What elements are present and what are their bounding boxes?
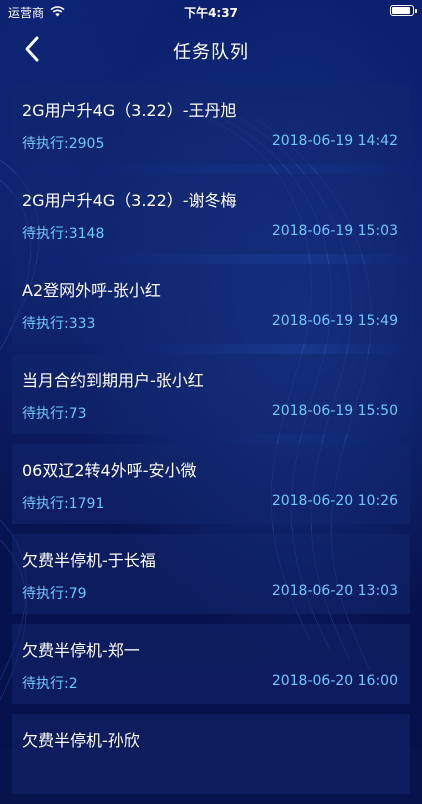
task-title: 欠费半停机-孙欣 <box>22 731 140 750</box>
task-title: A2登网外呼-张小红 <box>22 281 161 300</box>
task-title: 当月合约到期用户-张小红 <box>22 371 204 390</box>
task-card[interactable]: 2G用户升4G（3.22）-王丹旭 待执行:2905 2018-06-19 14… <box>12 84 410 164</box>
task-pending-count: 待执行:73 <box>22 406 87 422</box>
task-pending-count: 待执行:333 <box>22 316 96 332</box>
page-title: 任务队列 <box>173 42 249 63</box>
task-pending-count: 待执行:79 <box>22 586 87 602</box>
task-timestamp: 2018-06-19 15:49 <box>271 313 398 329</box>
task-pending-count: 待执行:2 <box>22 676 78 692</box>
battery-icon <box>390 5 417 16</box>
task-timestamp: 2018-06-19 15:50 <box>271 403 398 419</box>
task-card[interactable]: 06双辽2转4外呼-安小微 待执行:1791 2018-06-20 10:26 <box>12 444 410 524</box>
task-card[interactable]: 当月合约到期用户-张小红 待执行:73 2018-06-19 15:50 <box>12 354 410 434</box>
status-time: 下午4:37 <box>184 6 238 20</box>
navigation-bar: 任务队列 <box>0 22 422 78</box>
task-pending-count: 待执行:3148 <box>22 226 105 242</box>
task-pending-count: 待执行:2905 <box>22 136 105 152</box>
task-timestamp: 2018-06-20 10:26 <box>271 493 398 509</box>
task-title: 欠费半停机-郑一 <box>22 641 140 660</box>
task-list: 2G用户升4G（3.22）-王丹旭 待执行:2905 2018-06-19 14… <box>12 84 410 804</box>
task-card[interactable]: A2登网外呼-张小红 待执行:333 2018-06-19 15:49 <box>12 264 410 344</box>
task-card[interactable]: 欠费半停机-孙欣 <box>12 714 410 794</box>
task-timestamp: 2018-06-20 13:03 <box>271 583 398 599</box>
task-card[interactable]: 欠费半停机-于长福 待执行:79 2018-06-20 13:03 <box>12 534 410 614</box>
task-timestamp: 2018-06-19 15:03 <box>271 223 398 239</box>
task-title: 2G用户升4G（3.22）-王丹旭 <box>22 101 237 120</box>
task-card[interactable]: 2G用户升4G（3.22）-谢冬梅 待执行:3148 2018-06-19 15… <box>12 174 410 254</box>
task-title: 06双辽2转4外呼-安小微 <box>22 461 197 480</box>
task-timestamp: 2018-06-20 16:00 <box>271 673 398 689</box>
task-title: 欠费半停机-于长福 <box>22 551 156 570</box>
task-pending-count: 待执行:1791 <box>22 496 105 512</box>
status-bar: 运营商 下午4:37 <box>0 0 422 22</box>
task-title: 2G用户升4G（3.22）-谢冬梅 <box>22 191 237 210</box>
task-timestamp: 2018-06-19 14:42 <box>271 133 398 149</box>
task-card[interactable]: 欠费半停机-郑一 待执行:2 2018-06-20 16:00 <box>12 624 410 704</box>
